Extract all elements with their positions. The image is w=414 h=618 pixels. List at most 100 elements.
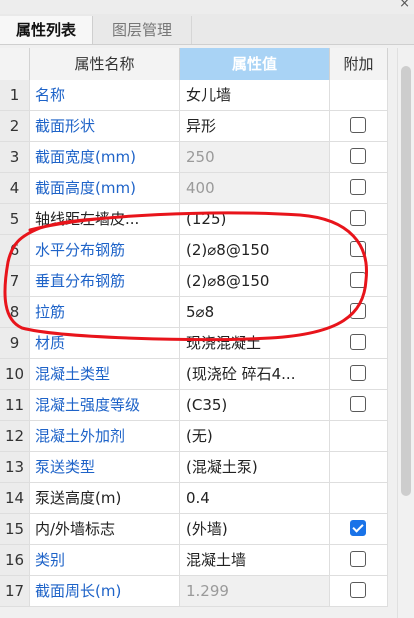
property-value[interactable]: (外墙) bbox=[180, 514, 330, 544]
property-value[interactable]: 400 bbox=[180, 173, 330, 203]
table-row[interactable]: 11 混凝土强度等级 (C35) bbox=[0, 390, 388, 421]
property-value[interactable]: (现浇砼 碎石4... bbox=[180, 359, 330, 389]
row-number: 4 bbox=[0, 173, 30, 203]
header-attach: 附加 bbox=[330, 48, 388, 80]
property-name: 截面宽度(mm) bbox=[30, 142, 180, 172]
row-number: 16 bbox=[0, 545, 30, 575]
attach-checkbox[interactable] bbox=[350, 241, 366, 257]
attach-cell bbox=[330, 173, 388, 203]
table-row[interactable]: 9 材质 现浇混凝土 bbox=[0, 328, 388, 359]
table-row[interactable]: 15 内/外墙标志 (外墙) bbox=[0, 514, 388, 545]
tab-bar: 属性列表 图层管理 bbox=[0, 14, 414, 45]
row-number: 17 bbox=[0, 576, 30, 606]
property-value[interactable]: 女儿墙 bbox=[180, 80, 330, 110]
attach-cell bbox=[330, 390, 388, 420]
attach-cell bbox=[330, 545, 388, 575]
vertical-scrollbar[interactable] bbox=[397, 48, 414, 618]
row-number: 3 bbox=[0, 142, 30, 172]
property-value[interactable]: 现浇混凝土 bbox=[180, 328, 330, 358]
attach-checkbox[interactable] bbox=[350, 272, 366, 288]
attach-cell bbox=[330, 483, 388, 513]
property-name: 材质 bbox=[30, 328, 180, 358]
attach-cell bbox=[330, 204, 388, 234]
property-name: 名称 bbox=[30, 80, 180, 110]
attach-cell bbox=[330, 142, 388, 172]
property-name: 混凝土强度等级 bbox=[30, 390, 180, 420]
property-name: 截面高度(mm) bbox=[30, 173, 180, 203]
attach-checkbox[interactable] bbox=[350, 179, 366, 195]
header-property-name: 属性名称 bbox=[30, 48, 180, 80]
window-titlebar: × bbox=[0, 0, 414, 14]
property-value[interactable]: 1.299 bbox=[180, 576, 330, 606]
row-number: 15 bbox=[0, 514, 30, 544]
table-row[interactable]: 16 类别 混凝土墙 bbox=[0, 545, 388, 576]
attach-checkbox[interactable] bbox=[350, 334, 366, 350]
tab-property-list[interactable]: 属性列表 bbox=[0, 16, 93, 44]
table-row[interactable]: 7 垂直分布钢筋 (2)⌀8@150 bbox=[0, 266, 388, 297]
attach-checkbox[interactable] bbox=[350, 520, 366, 536]
table-row[interactable]: 6 水平分布钢筋 (2)⌀8@150 bbox=[0, 235, 388, 266]
property-name: 截面形状 bbox=[30, 111, 180, 141]
property-name: 截面周长(m) bbox=[30, 576, 180, 606]
attach-cell bbox=[330, 111, 388, 141]
property-value[interactable]: 异形 bbox=[180, 111, 330, 141]
row-number: 8 bbox=[0, 297, 30, 327]
attach-cell bbox=[330, 80, 388, 110]
table-row[interactable]: 5 轴线距左墙皮... (125) bbox=[0, 204, 388, 235]
table-row[interactable]: 8 拉筋 5⌀8 bbox=[0, 297, 388, 328]
attach-checkbox[interactable] bbox=[350, 210, 366, 226]
row-number: 12 bbox=[0, 421, 30, 451]
row-number: 11 bbox=[0, 390, 30, 420]
table-row[interactable]: 2 截面形状 异形 bbox=[0, 111, 388, 142]
table-row[interactable]: 17 截面周长(m) 1.299 bbox=[0, 576, 388, 607]
attach-checkbox[interactable] bbox=[350, 582, 366, 598]
property-name: 内/外墙标志 bbox=[30, 514, 180, 544]
scrollbar-thumb[interactable] bbox=[401, 66, 411, 496]
table-row[interactable]: 10 混凝土类型 (现浇砼 碎石4... bbox=[0, 359, 388, 390]
table-row[interactable]: 12 混凝土外加剂 (无) bbox=[0, 421, 388, 452]
attach-cell bbox=[330, 235, 388, 265]
property-name: 泵送类型 bbox=[30, 452, 180, 482]
attach-cell bbox=[330, 359, 388, 389]
property-value[interactable]: (2)⌀8@150 bbox=[180, 266, 330, 296]
close-icon[interactable]: × bbox=[399, 0, 410, 12]
tab-layer-management[interactable]: 图层管理 bbox=[93, 16, 192, 44]
attach-cell bbox=[330, 514, 388, 544]
table-row[interactable]: 13 泵送类型 (混凝土泵) bbox=[0, 452, 388, 483]
property-value[interactable]: (无) bbox=[180, 421, 330, 451]
property-value[interactable]: (125) bbox=[180, 204, 330, 234]
property-value[interactable]: (2)⌀8@150 bbox=[180, 235, 330, 265]
header-row-number bbox=[0, 48, 30, 80]
property-name: 混凝土类型 bbox=[30, 359, 180, 389]
row-number: 9 bbox=[0, 328, 30, 358]
attach-checkbox[interactable] bbox=[350, 148, 366, 164]
attach-checkbox[interactable] bbox=[350, 551, 366, 567]
row-number: 2 bbox=[0, 111, 30, 141]
attach-checkbox[interactable] bbox=[350, 365, 366, 381]
property-name: 垂直分布钢筋 bbox=[30, 266, 180, 296]
property-name: 拉筋 bbox=[30, 297, 180, 327]
attach-checkbox[interactable] bbox=[350, 396, 366, 412]
property-value[interactable]: 250 bbox=[180, 142, 330, 172]
attach-cell bbox=[330, 452, 388, 482]
property-value[interactable]: (混凝土泵) bbox=[180, 452, 330, 482]
table-row[interactable]: 14 泵送高度(m) 0.4 bbox=[0, 483, 388, 514]
table-row[interactable]: 4 截面高度(mm) 400 bbox=[0, 173, 388, 204]
table-row[interactable]: 3 截面宽度(mm) 250 bbox=[0, 142, 388, 173]
property-value[interactable]: 5⌀8 bbox=[180, 297, 330, 327]
attach-cell bbox=[330, 266, 388, 296]
property-name: 混凝土外加剂 bbox=[30, 421, 180, 451]
property-name: 泵送高度(m) bbox=[30, 483, 180, 513]
property-value[interactable]: 0.4 bbox=[180, 483, 330, 513]
row-number: 7 bbox=[0, 266, 30, 296]
property-value[interactable]: (C35) bbox=[180, 390, 330, 420]
property-name: 类别 bbox=[30, 545, 180, 575]
row-number: 13 bbox=[0, 452, 30, 482]
attach-checkbox[interactable] bbox=[350, 117, 366, 133]
row-number: 14 bbox=[0, 483, 30, 513]
attach-cell bbox=[330, 328, 388, 358]
header-property-value: 属性值 bbox=[180, 48, 330, 80]
property-value[interactable]: 混凝土墙 bbox=[180, 545, 330, 575]
attach-checkbox[interactable] bbox=[350, 303, 366, 319]
table-row[interactable]: 1 名称 女儿墙 bbox=[0, 80, 388, 111]
